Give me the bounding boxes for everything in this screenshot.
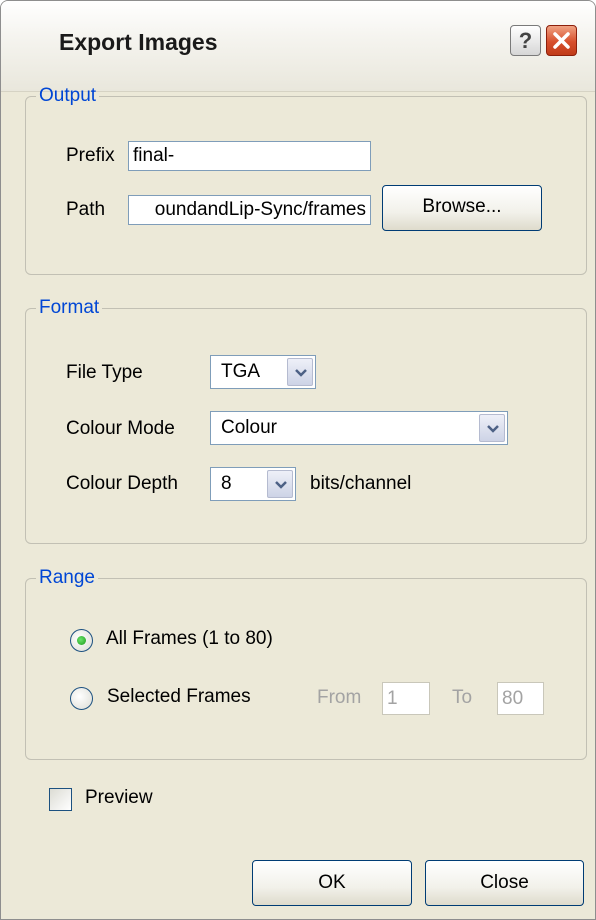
close-icon xyxy=(553,32,570,49)
from-input: 1 xyxy=(382,682,430,715)
path-label: Path xyxy=(66,199,106,220)
range-legend: Range xyxy=(39,567,95,588)
to-label: To xyxy=(452,687,473,708)
bits-per-channel-label: bits/channel xyxy=(310,473,412,494)
colour-mode-dropdown-button[interactable] xyxy=(479,414,505,442)
title-bar: Export Images ? xyxy=(1,1,595,92)
chevron-down-icon xyxy=(295,369,307,377)
range-group: Range xyxy=(25,567,587,760)
chevron-down-icon xyxy=(487,425,499,433)
path-input[interactable]: oundandLip-Sync/frames xyxy=(128,195,371,225)
format-legend: Format xyxy=(39,297,100,318)
help-icon: ? xyxy=(518,28,533,53)
file-type-value: TGA xyxy=(221,361,261,382)
prefix-input[interactable]: final- xyxy=(128,141,371,171)
output-group: Output xyxy=(25,85,587,275)
window-close-button[interactable] xyxy=(546,25,577,56)
all-frames-label[interactable]: All Frames (1 to 80) xyxy=(106,628,273,650)
preview-checkbox[interactable] xyxy=(49,788,72,811)
file-type-select[interactable]: TGA xyxy=(210,355,316,389)
colour-mode-label: Colour Mode xyxy=(66,418,175,439)
file-type-label: File Type xyxy=(66,362,143,383)
help-button[interactable]: ? xyxy=(510,25,541,56)
colour-depth-value: 8 xyxy=(221,473,232,494)
ok-button[interactable]: OK xyxy=(252,860,412,906)
selected-frames-radio[interactable] xyxy=(70,687,93,710)
all-frames-radio[interactable] xyxy=(70,629,93,652)
from-label: From xyxy=(317,687,362,708)
chevron-down-icon xyxy=(275,481,287,489)
window-title: Export Images xyxy=(59,29,218,55)
colour-mode-select[interactable]: Colour xyxy=(210,411,508,445)
close-button[interactable]: Close xyxy=(425,860,584,906)
output-legend: Output xyxy=(39,85,97,106)
preview-label[interactable]: Preview xyxy=(85,787,153,809)
export-images-dialog: Export Images ? Output Prefix final- Pat… xyxy=(0,0,596,920)
file-type-dropdown-button[interactable] xyxy=(287,358,313,386)
to-input: 80 xyxy=(497,682,544,715)
colour-depth-label: Colour Depth xyxy=(66,473,178,494)
prefix-label: Prefix xyxy=(66,145,115,166)
colour-depth-select[interactable]: 8 xyxy=(210,467,296,501)
browse-button[interactable]: Browse... xyxy=(382,185,542,231)
radio-selected-dot xyxy=(77,636,86,645)
colour-mode-value: Colour xyxy=(221,417,277,438)
selected-frames-label[interactable]: Selected Frames xyxy=(107,686,251,708)
colour-depth-dropdown-button[interactable] xyxy=(267,470,293,498)
